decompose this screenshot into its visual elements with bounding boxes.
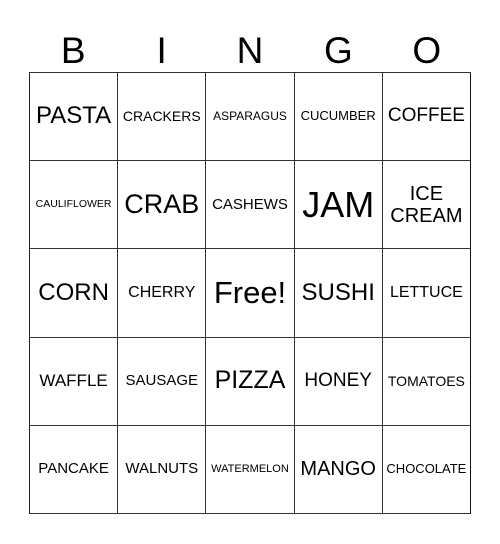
bingo-cell[interactable]: PASTA (30, 73, 119, 162)
bingo-cell[interactable]: CUCUMBER (294, 73, 383, 162)
bingo-cell[interactable]: CHOCOLATE (382, 425, 471, 514)
bingo-cell[interactable]: MANGO (294, 425, 383, 514)
free-space-cell[interactable]: Free! (206, 249, 295, 338)
bingo-cell[interactable]: ASPARAGUS (206, 73, 295, 162)
bingo-cell[interactable]: ICE CREAM (382, 161, 471, 250)
bingo-cell[interactable]: CORN (30, 249, 119, 338)
bingo-cell[interactable]: TOMATOES (382, 337, 471, 426)
bingo-cell[interactable]: WALNUTS (118, 425, 207, 514)
bingo-cell[interactable]: SAUSAGE (118, 337, 207, 426)
bingo-cell[interactable]: LETTUCE (382, 249, 471, 338)
header-letter-g: G (324, 29, 353, 71)
bingo-cell[interactable]: CASHEWS (206, 161, 295, 250)
bingo-cell[interactable]: HONEY (294, 337, 383, 426)
bingo-cell[interactable]: CAULIFLOWER (30, 161, 119, 250)
header-letter-i: I (156, 29, 167, 71)
bingo-cell[interactable]: PANCAKE (30, 425, 119, 514)
bingo-cell[interactable]: CRAB (118, 161, 207, 250)
header-letter-n: N (236, 29, 264, 71)
bingo-cell[interactable]: JAM (294, 161, 383, 250)
bingo-cell[interactable]: WATERMELON (206, 425, 295, 514)
bingo-cell[interactable]: PIZZA (206, 337, 295, 426)
header-letter-b: B (60, 29, 86, 71)
bingo-cell[interactable]: CHERRY (118, 249, 207, 338)
bingo-cell[interactable]: COFFEE (382, 73, 471, 162)
header-letter-o: O (412, 29, 442, 71)
bingo-cell[interactable]: SUSHI (294, 249, 383, 338)
bingo-card: PASTA CRACKERS ASPARAGUS CUCUMBER COFFEE… (29, 72, 471, 514)
bingo-cell[interactable]: CRACKERS (118, 73, 207, 162)
bingo-header: B I N G O (29, 28, 471, 72)
bingo-cell[interactable]: WAFFLE (30, 337, 119, 426)
